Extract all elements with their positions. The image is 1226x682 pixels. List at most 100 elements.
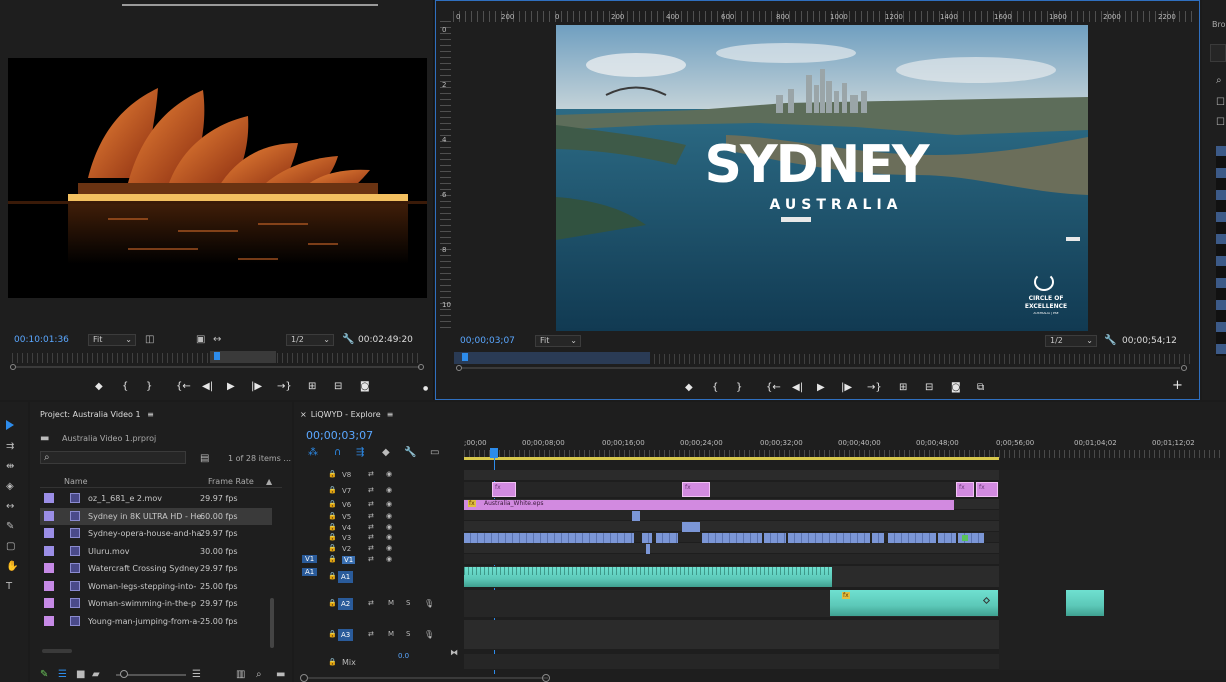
sync-icon[interactable]: ⇄: [368, 630, 374, 638]
list-view-icon[interactable]: ☰: [58, 670, 67, 680]
lock-icon[interactable]: 🔒: [328, 500, 337, 508]
solo-button[interactable]: S: [406, 599, 410, 607]
eye-icon[interactable]: ◉: [386, 555, 392, 563]
source-patch-v1[interactable]: V1: [302, 555, 318, 563]
linked-selection-icon[interactable]: ⇶: [356, 448, 364, 458]
col-fps[interactable]: Frame Rate: [208, 477, 254, 486]
track-label[interactable]: V2: [342, 545, 351, 553]
sort-arrow-icon[interactable]: ▲: [266, 477, 272, 486]
go-to-out-icon[interactable]: →}: [867, 383, 882, 393]
add-marker-icon[interactable]: ◆: [382, 448, 390, 458]
add-button-icon[interactable]: +: [1172, 379, 1183, 392]
icon-view-icon[interactable]: ■: [76, 670, 85, 680]
settings-square-icon[interactable]: ◫: [145, 335, 154, 345]
new-item-icon[interactable]: ▬: [276, 670, 285, 680]
close-icon[interactable]: ×: [300, 410, 307, 419]
timeline-timecode[interactable]: 00;00;03;07: [306, 429, 373, 442]
video-clip[interactable]: [938, 533, 956, 543]
project-title[interactable]: Project: Australia Video 1 ≡: [40, 410, 154, 419]
timeline-hscroll-end[interactable]: [542, 674, 550, 682]
zoom-slider-handle[interactable]: [120, 670, 128, 678]
play-icon[interactable]: ▶: [817, 383, 825, 393]
hand-tool-icon[interactable]: ✋: [6, 562, 18, 572]
add-marker-icon[interactable]: ◆: [685, 383, 693, 393]
razor-tool-icon[interactable]: ◈: [6, 482, 14, 492]
lock-icon[interactable]: 🔒: [328, 512, 337, 520]
video-clip[interactable]: [656, 533, 678, 543]
step-forward-icon[interactable]: |▶: [841, 383, 852, 393]
video-clip[interactable]: [788, 533, 870, 543]
source-scrollbar[interactable]: [16, 366, 420, 368]
track-label[interactable]: V1: [342, 556, 356, 564]
lock-icon[interactable]: 🔒: [328, 599, 337, 607]
sort-icon[interactable]: ☰: [192, 670, 201, 680]
lock-icon[interactable]: 🔒: [328, 544, 337, 552]
video-clip[interactable]: [888, 533, 936, 543]
track-label[interactable]: A2: [338, 598, 354, 610]
lift-icon[interactable]: ⊞: [899, 383, 907, 393]
video-clip[interactable]: [682, 522, 700, 532]
add-marker-icon[interactable]: ◆: [95, 382, 103, 392]
eye-icon[interactable]: ◉: [386, 500, 392, 508]
source-resolution-select[interactable]: 1/2 ⌄: [286, 334, 334, 346]
adjustment-clip[interactable]: fx: [976, 482, 998, 497]
adjustment-clip[interactable]: fx: [956, 482, 974, 497]
video-clip[interactable]: [642, 533, 652, 543]
compare-view-icon[interactable]: ⧉: [977, 383, 984, 393]
timeline-playhead-head[interactable]: [490, 448, 498, 458]
list-item[interactable]: Sydney-opera-house-and-ha 29.97 fps: [40, 525, 272, 542]
track-label[interactable]: A1: [338, 571, 354, 583]
program-video-frame[interactable]: SYDNEY AUSTRALIA CIRCLE OF EXCELLENCE AU…: [556, 25, 1088, 331]
col-name[interactable]: Name: [64, 477, 88, 486]
source-fit-select[interactable]: Fit ⌄: [88, 334, 136, 346]
type-tool-icon[interactable]: T: [6, 582, 12, 592]
list-item[interactable]: Woman-swimming-in-the-p 29.97 fps: [40, 595, 272, 612]
list-item[interactable]: Woman-legs-stepping-into- 25.00 fps: [40, 578, 272, 595]
sync-icon[interactable]: ⇄: [368, 512, 374, 520]
track-label[interactable]: V4: [342, 524, 351, 532]
list-item[interactable]: oz_1_681_e 2.mov 29.97 fps: [40, 490, 272, 507]
adjustment-clip[interactable]: fx: [492, 482, 516, 497]
mark-out-icon[interactable]: }: [146, 382, 152, 392]
nest-icon[interactable]: ⁂: [308, 448, 318, 458]
program-scrollbar[interactable]: [462, 367, 1180, 369]
panel-menu-icon[interactable]: ≡: [387, 410, 394, 419]
microphone-icon[interactable]: 🎙: [424, 630, 434, 639]
source-playhead[interactable]: [214, 352, 220, 360]
expand-arrows-icon[interactable]: ↔: [213, 335, 221, 345]
checkbox-icon[interactable]: ☐: [1216, 118, 1225, 128]
audio-clip[interactable]: fx: [830, 590, 998, 616]
ripple-edit-icon[interactable]: ⇹: [6, 462, 14, 472]
video-clip[interactable]: [646, 544, 650, 554]
source-timecode[interactable]: 00:10:01:36: [14, 335, 69, 345]
browser-field[interactable]: [1210, 44, 1226, 62]
mark-in-icon[interactable]: {: [712, 383, 718, 393]
pencil-icon[interactable]: ✎: [40, 670, 48, 680]
track-label[interactable]: V6: [342, 501, 351, 509]
lock-icon[interactable]: 🔒: [328, 486, 337, 494]
solo-button[interactable]: S: [406, 630, 410, 638]
step-back-icon[interactable]: ◀|: [792, 383, 803, 393]
captions-icon[interactable]: ▭: [430, 448, 439, 458]
extract-icon[interactable]: ⊟: [925, 383, 933, 393]
sync-icon[interactable]: ⇄: [368, 486, 374, 494]
go-to-in-icon[interactable]: {←: [176, 382, 191, 392]
track-label[interactable]: A3: [338, 629, 354, 641]
wrench-icon[interactable]: 🔧: [404, 448, 416, 458]
more-dot-icon[interactable]: ●: [423, 384, 428, 394]
checkbox-icon[interactable]: ☐: [1216, 98, 1225, 108]
eye-icon[interactable]: ◉: [386, 512, 392, 520]
sync-icon[interactable]: ⇄: [368, 533, 374, 541]
source-scroll-end[interactable]: [418, 364, 424, 370]
pen-tool-icon[interactable]: ✎: [6, 522, 14, 532]
timeline-hscroll[interactable]: [300, 674, 308, 682]
video-clip[interactable]: [702, 533, 762, 543]
track-label[interactable]: V8: [342, 471, 351, 479]
insert-icon[interactable]: ⊞: [308, 382, 316, 392]
lock-icon[interactable]: 🔒: [328, 572, 337, 580]
timeline-hscroll-track[interactable]: [308, 677, 548, 679]
work-area-bar[interactable]: [464, 457, 999, 460]
lock-icon[interactable]: 🔒: [328, 523, 337, 531]
camera-icon[interactable]: ◙: [951, 383, 961, 393]
project-hscroll[interactable]: [42, 649, 72, 653]
